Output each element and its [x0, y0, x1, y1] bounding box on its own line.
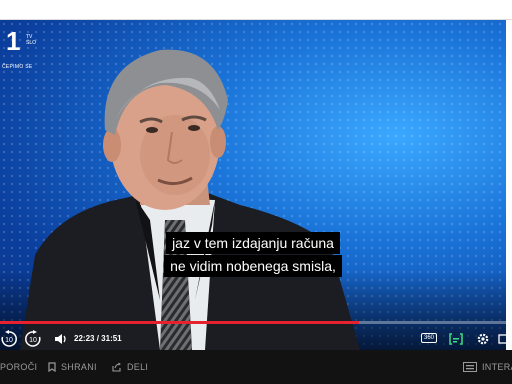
save-button[interactable]: SHRANI — [48, 362, 97, 372]
subtitles-icon — [449, 333, 463, 345]
report-button[interactable]: POROČI — [0, 362, 37, 372]
bookmark-icon — [48, 362, 56, 372]
current-time: 22:23 — [74, 334, 95, 343]
page-margin — [506, 20, 512, 350]
subtitle-line-1: jaz v tem izdajanju računa — [166, 232, 340, 254]
subtitles: jaz v tem izdajanju računa ne vidim nobe… — [0, 232, 506, 278]
share-label: DELI — [127, 362, 149, 372]
keyboard-icon — [463, 362, 477, 372]
speaker-image — [20, 49, 360, 350]
skip-back-seconds: 10 — [5, 337, 13, 344]
save-label: SHRANI — [61, 362, 97, 372]
progress-bar[interactable] — [0, 321, 506, 324]
settings-button[interactable] — [476, 332, 490, 348]
fullscreen-icon — [498, 334, 506, 344]
360-button[interactable]: 360 — [421, 333, 438, 343]
fast-forward-icon: 10 — [25, 330, 41, 347]
channel-logo: 1 TV SLO ČEPIMO SE — [2, 26, 36, 70]
gear-icon — [477, 333, 489, 345]
share-icon — [112, 362, 121, 372]
progress-fill — [0, 321, 360, 324]
time-display: 22:23 / 31:51 — [74, 334, 122, 343]
skip-back-button[interactable]: 10 — [0, 330, 18, 350]
channel-name: TV SLO — [26, 34, 37, 46]
duration: 31:51 — [101, 334, 122, 343]
report-label: POROČI — [0, 362, 38, 372]
fullscreen-button[interactable] — [498, 332, 506, 348]
volume-icon — [55, 334, 66, 344]
interactive-label: INTERA — [482, 362, 512, 372]
channel-tagline: ČEPIMO SE — [2, 64, 33, 70]
subtitle-line-2: ne vidim nobenega smisla, — [164, 255, 342, 277]
interactive-button[interactable]: INTERA — [463, 362, 512, 372]
360-icon: 360 — [421, 333, 438, 343]
rewind-icon: 10 — [1, 330, 17, 347]
360-label: 360 — [424, 335, 435, 341]
video-player[interactable]: 1 TV SLO ČEPIMO SE jaz v tem izdajanju r… — [0, 20, 506, 350]
subtitles-button[interactable] — [448, 332, 464, 348]
action-bar: POROČI SHRANI DELI INTERA — [0, 350, 512, 384]
skip-forward-button[interactable]: 10 — [24, 330, 42, 350]
top-strip — [0, 0, 512, 20]
player-controls: 10 10 22:23 / 31:51 360 — [0, 328, 506, 350]
time-separator: / — [96, 334, 99, 343]
share-button[interactable]: DELI — [112, 362, 148, 372]
volume-button[interactable] — [54, 332, 68, 348]
skip-forward-seconds: 10 — [29, 337, 37, 344]
channel-number: 1 — [6, 26, 21, 56]
